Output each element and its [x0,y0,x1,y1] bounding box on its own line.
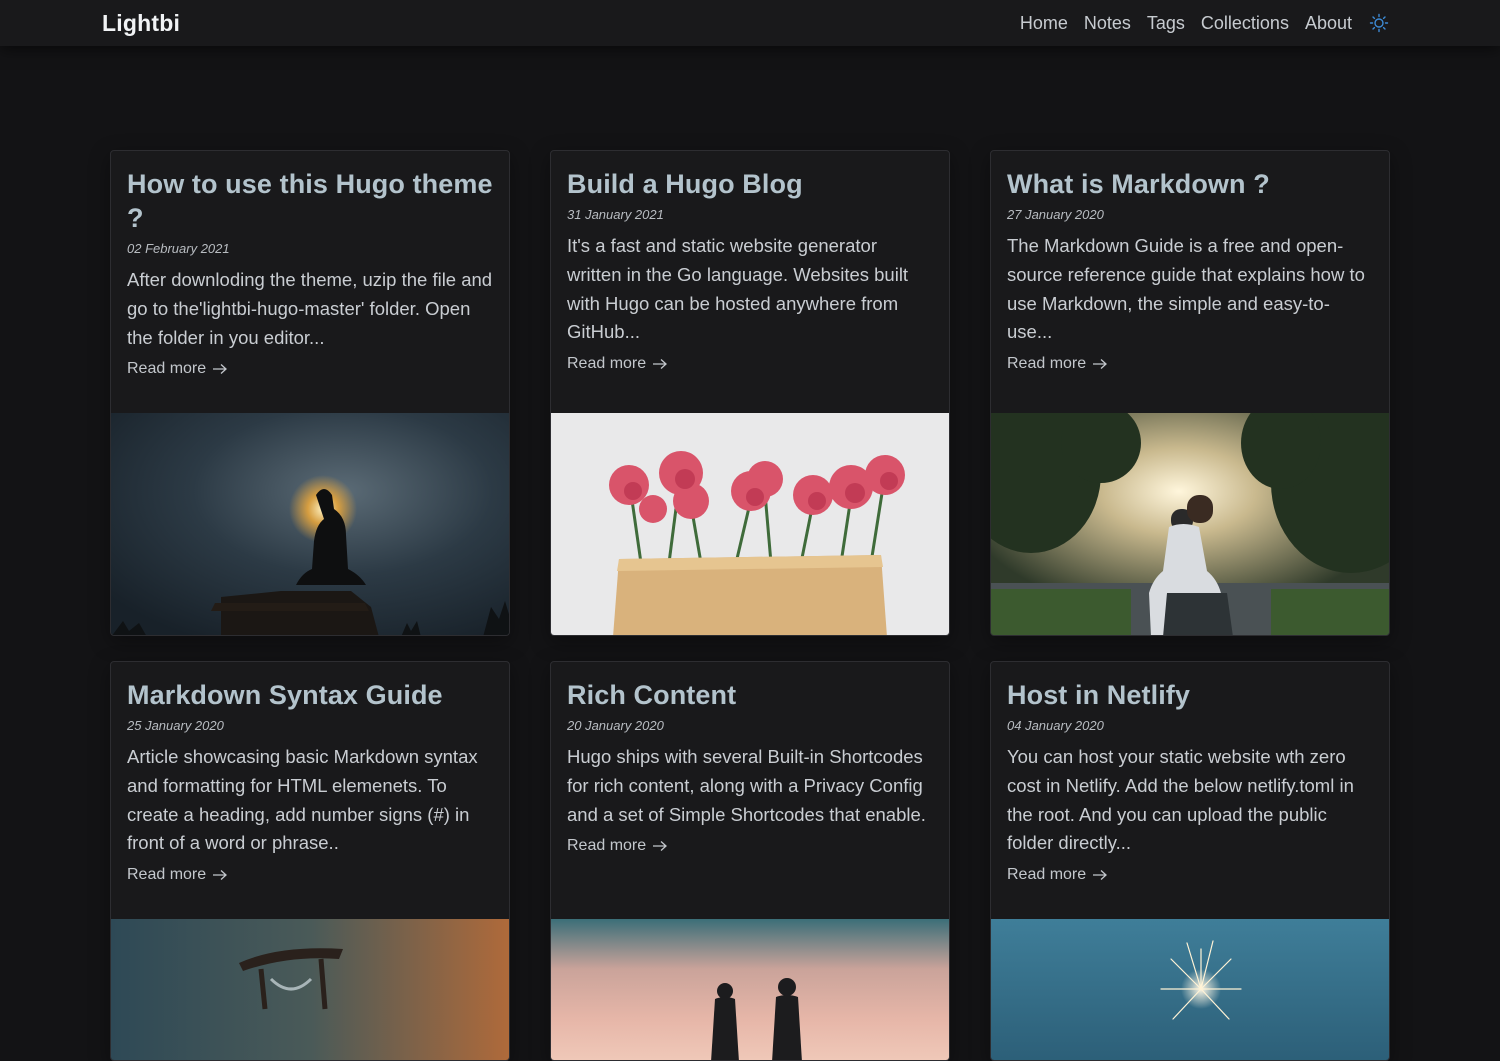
arrow-right-icon [652,840,668,852]
post-date: 20 January 2020 [567,718,664,733]
post-date: 25 January 2020 [127,718,224,733]
post-image[interactable] [111,413,509,635]
arrow-right-icon [652,358,668,370]
post-card[interactable]: Build a Hugo Blog 31 January 2021 It's a… [550,150,950,636]
read-more-link[interactable]: Read more [1007,355,1108,373]
post-card[interactable]: How to use this Hugo theme ? 02 February… [110,150,510,636]
post-excerpt: You can host your static website wth zer… [1007,746,1354,854]
post-excerpt: Hugo ships with several Built-in Shortco… [567,746,926,825]
read-more-label: Read more [567,837,647,855]
read-more-label: Read more [567,355,647,373]
nav-link-collections[interactable]: Collections [1201,13,1289,34]
nav-menu: Home Notes Tags Collections About [1004,0,1390,46]
nav-link-notes[interactable]: Notes [1084,13,1131,34]
read-more-label: Read more [127,360,207,378]
post-image[interactable] [551,919,949,1060]
read-more-link[interactable]: Read more [567,837,668,855]
post-card[interactable]: Host in Netlify 04 January 2020 You can … [990,661,1390,1061]
arrow-right-icon [212,869,228,881]
post-image[interactable] [991,413,1389,635]
read-more-link[interactable]: Read more [567,355,668,373]
read-more-link[interactable]: Read more [127,360,228,378]
post-title[interactable]: Host in Netlify [1007,678,1373,712]
post-excerpt: After downloding the theme, uzip the fil… [127,269,493,348]
post-date: 02 February 2021 [127,241,230,256]
post-image[interactable] [111,919,509,1060]
post-title[interactable]: Build a Hugo Blog [567,167,933,201]
read-more-link[interactable]: Read more [1007,866,1108,884]
post-card[interactable]: Markdown Syntax Guide 25 January 2020 Ar… [110,661,510,1061]
arrow-right-icon [1092,358,1108,370]
sun-icon [1369,13,1389,33]
nav-link-about[interactable]: About [1305,13,1352,34]
read-more-label: Read more [1007,866,1087,884]
arrow-right-icon [212,363,228,375]
post-title[interactable]: Rich Content [567,678,933,712]
post-title[interactable]: How to use this Hugo theme ? [127,167,493,235]
post-date: 04 January 2020 [1007,718,1104,733]
post-title[interactable]: Markdown Syntax Guide [127,678,493,712]
nav-link-home[interactable]: Home [1020,13,1068,34]
arrow-right-icon [1092,869,1108,881]
read-more-link[interactable]: Read more [127,866,228,884]
post-excerpt: It's a fast and static website generator… [567,235,909,343]
post-image[interactable] [551,413,949,635]
post-excerpt: The Markdown Guide is a free and open-so… [1007,235,1365,343]
read-more-label: Read more [127,866,207,884]
brand-logo-link[interactable]: Lightbi [102,10,180,37]
read-more-label: Read more [1007,355,1087,373]
post-card[interactable]: What is Markdown ? 27 January 2020 The M… [990,150,1390,636]
navbar: Lightbi Home Notes Tags Collections Abou… [0,0,1500,46]
nav-link-tags[interactable]: Tags [1147,13,1185,34]
post-date: 31 January 2021 [567,207,664,222]
theme-toggle-button[interactable] [1368,12,1390,34]
post-title[interactable]: What is Markdown ? [1007,167,1373,201]
post-image[interactable] [991,919,1389,1060]
post-card[interactable]: Rich Content 20 January 2020 Hugo ships … [550,661,950,1061]
post-excerpt: Article showcasing basic Markdown syntax… [127,746,478,854]
post-date: 27 January 2020 [1007,207,1104,222]
